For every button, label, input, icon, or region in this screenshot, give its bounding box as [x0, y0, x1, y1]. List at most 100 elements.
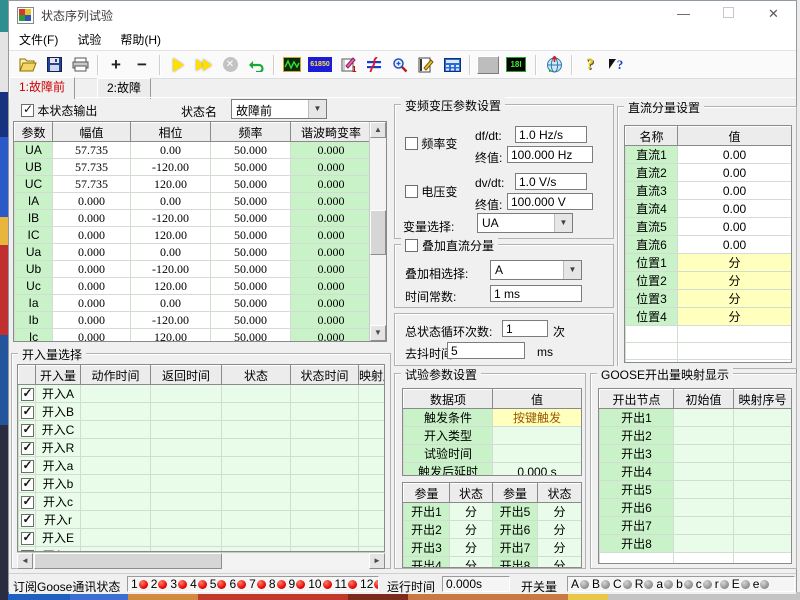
output-state-cell[interactable]: 分: [538, 503, 582, 521]
phase-cell[interactable]: 120.00: [131, 227, 211, 244]
initial-value-cell[interactable]: [674, 427, 734, 445]
output-state-cell[interactable]: 分: [538, 521, 582, 539]
phase-cell[interactable]: 0.00: [131, 295, 211, 312]
thd-cell[interactable]: 0.000: [291, 193, 372, 210]
mapping-index-cell[interactable]: [734, 427, 792, 445]
phase-cell[interactable]: 0.00: [131, 142, 211, 159]
dc-value-cell[interactable]: [678, 343, 792, 360]
dc-value-cell[interactable]: 分: [678, 290, 792, 308]
input-channel-checkbox[interactable]: ✓: [19, 439, 36, 457]
input-channel-checkbox[interactable]: ✓: [19, 457, 36, 475]
output-state-cell[interactable]: 分: [450, 557, 493, 569]
mapping-index-cell[interactable]: [734, 535, 792, 553]
data-value-cell[interactable]: 按键触发: [493, 409, 582, 427]
amplitude-cell[interactable]: 0.000: [53, 261, 131, 278]
open-button[interactable]: [15, 53, 41, 77]
scroll-thumb[interactable]: [34, 553, 222, 569]
output-state-cell[interactable]: 分: [450, 503, 493, 521]
phase-cell[interactable]: 0.00: [131, 244, 211, 261]
freq-change-checkbox[interactable]: 频率变: [405, 135, 457, 152]
input-table-hscrollbar[interactable]: ◄ ►: [17, 552, 385, 569]
amplitude-cell[interactable]: 57.735: [53, 176, 131, 193]
frequency-cell[interactable]: 50.000: [211, 193, 291, 210]
calculator-button[interactable]: [439, 53, 465, 77]
amplitude-cell[interactable]: 0.000: [53, 210, 131, 227]
thd-cell[interactable]: 0.000: [291, 312, 372, 329]
reset-button[interactable]: [243, 53, 269, 77]
phase-cell[interactable]: 120.00: [131, 176, 211, 193]
freq-end-input[interactable]: 100.000 Hz: [507, 146, 593, 163]
report-button[interactable]: 1: [335, 53, 361, 77]
scroll-down-icon[interactable]: ▼: [370, 325, 386, 341]
scroll-left-icon[interactable]: ◄: [17, 553, 33, 569]
frequency-cell[interactable]: 50.000: [211, 227, 291, 244]
dc-value-cell[interactable]: 0.00: [678, 164, 792, 182]
thd-cell[interactable]: 0.000: [291, 159, 372, 176]
close-button[interactable]: ✕: [751, 1, 796, 28]
phase-cell[interactable]: -120.00: [131, 159, 211, 176]
remove-state-button[interactable]: −: [129, 53, 155, 77]
edit-sequence-button[interactable]: [413, 53, 439, 77]
tab-state-2[interactable]: 2:故障: [97, 78, 151, 99]
debounce-input[interactable]: 5: [447, 342, 525, 359]
amplitude-cell[interactable]: 0.000: [53, 227, 131, 244]
volt-end-input[interactable]: 100.000 V: [507, 193, 593, 210]
amplitude-cell[interactable]: 0.000: [53, 312, 131, 329]
thd-cell[interactable]: 0.000: [291, 227, 372, 244]
title-bar[interactable]: 状态序列试验 — ✕: [9, 1, 796, 28]
dc-value-cell[interactable]: [678, 360, 792, 364]
amplitude-cell[interactable]: 0.000: [53, 329, 131, 343]
thd-cell[interactable]: 0.000: [291, 261, 372, 278]
amplitude-cell[interactable]: 0.000: [53, 193, 131, 210]
output-state-cell[interactable]: 分: [538, 557, 582, 569]
input-channel-checkbox[interactable]: ✓: [19, 385, 36, 403]
thd-cell[interactable]: 0.000: [291, 176, 372, 193]
amplitude-cell[interactable]: 0.000: [53, 244, 131, 261]
frequency-cell[interactable]: 50.000: [211, 142, 291, 159]
thd-cell[interactable]: 0.000: [291, 244, 372, 261]
phase-cell[interactable]: -120.00: [131, 210, 211, 227]
thd-cell[interactable]: 0.000: [291, 210, 372, 227]
phase-select-combo[interactable]: A▼: [490, 260, 582, 280]
fast-run-button[interactable]: [191, 53, 217, 77]
print-button[interactable]: [67, 53, 93, 77]
time-constant-input[interactable]: 1 ms: [490, 285, 582, 302]
dc-value-cell[interactable]: 分: [678, 272, 792, 290]
input-channel-checkbox[interactable]: ✓: [19, 421, 36, 439]
mapping-index-cell[interactable]: [734, 463, 792, 481]
menu-item[interactable]: 文件(F): [10, 29, 67, 50]
dc-value-cell[interactable]: 分: [678, 254, 792, 272]
iec61850-config-button[interactable]: 61850: [305, 53, 335, 77]
dfdt-input[interactable]: 1.0 Hz/s: [515, 126, 587, 143]
dc-value-cell[interactable]: 分: [678, 308, 792, 326]
output-state-cell[interactable]: 分: [450, 539, 493, 557]
minimize-button[interactable]: —: [661, 1, 706, 28]
stop-button[interactable]: ✕: [217, 53, 243, 77]
mapping-index-cell[interactable]: [734, 445, 792, 463]
frequency-cell[interactable]: 50.000: [211, 176, 291, 193]
phase-cell[interactable]: 120.00: [131, 329, 211, 343]
initial-value-cell[interactable]: [674, 535, 734, 553]
dc-value-cell[interactable]: 0.00: [678, 146, 792, 164]
input-display-button[interactable]: 18I: [501, 53, 531, 77]
mapping-index-cell[interactable]: [734, 499, 792, 517]
parameter-table-vscrollbar[interactable]: ▲ ▼: [369, 122, 386, 341]
add-state-button[interactable]: +: [103, 53, 129, 77]
phase-cell[interactable]: -120.00: [131, 312, 211, 329]
dc-superpose-checkbox[interactable]: 叠加直流分量: [401, 237, 498, 254]
phase-cell[interactable]: 120.00: [131, 278, 211, 295]
tab-state-1[interactable]: 1:故障前: [9, 77, 75, 99]
frequency-cell[interactable]: 50.000: [211, 159, 291, 176]
scroll-right-icon[interactable]: ►: [369, 553, 385, 569]
zoom-button[interactable]: [387, 53, 413, 77]
volt-change-checkbox[interactable]: 电压变: [405, 183, 457, 200]
dc-value-cell[interactable]: 0.00: [678, 182, 792, 200]
initial-value-cell[interactable]: [674, 409, 734, 427]
frequency-cell[interactable]: 50.000: [211, 295, 291, 312]
frequency-cell[interactable]: 50.000: [211, 329, 291, 343]
output-state-cell[interactable]: 分: [450, 521, 493, 539]
initial-value-cell[interactable]: [674, 517, 734, 535]
variable-select-combo[interactable]: UA▼: [477, 213, 573, 233]
scroll-up-icon[interactable]: ▲: [370, 122, 386, 138]
frequency-cell[interactable]: 50.000: [211, 312, 291, 329]
